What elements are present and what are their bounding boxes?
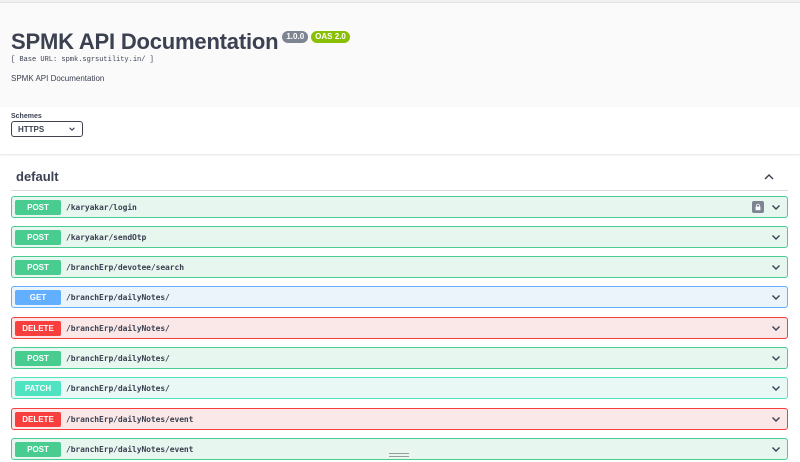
- chevron-down-icon[interactable]: [770, 352, 782, 364]
- schemes-label: Schemes: [11, 113, 42, 120]
- method-badge: DELETE: [15, 411, 61, 427]
- operation-row[interactable]: POST/branchErp/dailyNotes/: [11, 347, 788, 369]
- chevron-down-icon[interactable]: [770, 443, 782, 455]
- method-badge: POST: [15, 229, 61, 245]
- version-badge: 1.0.0: [282, 31, 309, 43]
- section-title: default: [16, 169, 59, 184]
- schemes-select[interactable]: HTTPS: [11, 121, 83, 137]
- info-panel: SPMK API Documentation 1.0.0 OAS 2.0 [ B…: [0, 3, 800, 107]
- chevron-down-icon[interactable]: [770, 382, 782, 394]
- oas-badge: OAS 2.0: [311, 31, 350, 43]
- operation-row[interactable]: POST/karyakar/sendOtp: [11, 226, 788, 248]
- chevron-up-icon[interactable]: [762, 170, 776, 184]
- method-badge: DELETE: [15, 320, 61, 336]
- operation-row[interactable]: POST/karyakar/login: [11, 196, 788, 218]
- operation-path: /branchErp/devotee/search: [66, 262, 184, 272]
- method-badge: POST: [15, 259, 61, 275]
- operation-path: /branchErp/dailyNotes/: [66, 353, 170, 363]
- operation-row[interactable]: PATCH/branchErp/dailyNotes/: [11, 377, 788, 399]
- operation-row[interactable]: DELETE/branchErp/dailyNotes/: [11, 317, 788, 339]
- title-row: SPMK API Documentation 1.0.0 OAS 2.0: [11, 29, 350, 55]
- chevron-down-icon[interactable]: [770, 261, 782, 273]
- chevron-down-icon[interactable]: [770, 291, 782, 303]
- method-badge: POST: [15, 350, 61, 366]
- method-badge: GET: [15, 289, 61, 305]
- section-header-default[interactable]: default: [11, 163, 788, 191]
- chevron-down-icon[interactable]: [770, 413, 782, 425]
- resize-handle-icon[interactable]: [389, 453, 409, 458]
- operation-row[interactable]: POST/branchErp/devotee/search: [11, 256, 788, 278]
- operation-path: /karyakar/sendOtp: [66, 232, 147, 242]
- schemes-container: Schemes HTTPS: [0, 107, 800, 154]
- chevron-down-icon[interactable]: [770, 322, 782, 334]
- method-badge: PATCH: [15, 380, 61, 396]
- operation-row[interactable]: GET/branchErp/dailyNotes/: [11, 286, 788, 308]
- operation-path: /karyakar/login: [66, 202, 137, 212]
- operation-path: /branchErp/dailyNotes/: [66, 292, 170, 302]
- method-badge: POST: [15, 441, 61, 457]
- operation-path: /branchErp/dailyNotes/event: [66, 414, 194, 424]
- lock-icon[interactable]: [752, 201, 764, 213]
- page-title: SPMK API Documentation: [11, 29, 279, 54]
- operation-path: /branchErp/dailyNotes/: [66, 383, 170, 393]
- schemes-selected-value: HTTPS: [18, 124, 45, 134]
- operation-row[interactable]: DELETE/branchErp/dailyNotes/event: [11, 408, 788, 430]
- method-badge: POST: [15, 199, 61, 215]
- chevron-down-icon[interactable]: [770, 231, 782, 243]
- base-url: [ Base URL: spmk.sgrsutility.in/ ]: [11, 56, 154, 64]
- chevron-down-icon[interactable]: [770, 201, 782, 213]
- operation-path: /branchErp/dailyNotes/: [66, 323, 170, 333]
- chevron-down-icon: [69, 127, 75, 131]
- api-description: SPMK API Documentation: [11, 74, 105, 83]
- operation-path: /branchErp/dailyNotes/event: [66, 444, 194, 454]
